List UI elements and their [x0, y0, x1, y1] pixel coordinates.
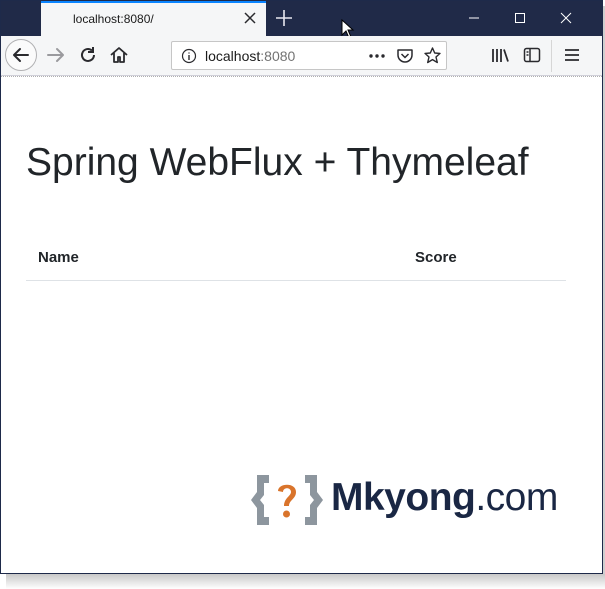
hamburger-menu-icon[interactable]: [562, 45, 582, 65]
title-bar[interactable]: localhost:8080/: [1, 1, 602, 39]
maximize-button[interactable]: [497, 1, 543, 36]
table-header-row: Name Score: [26, 241, 566, 281]
bracket-question-icon: [251, 475, 323, 525]
forward-button[interactable]: [45, 44, 67, 66]
column-header-name: Name: [26, 241, 403, 281]
address-bar[interactable]: localhost:8080: [171, 41, 447, 70]
url-host: localhost: [205, 48, 261, 64]
page-content: Spring WebFlux + Thymeleaf Name Score Mk…: [1, 76, 602, 573]
site-info-icon[interactable]: [181, 48, 197, 64]
back-button[interactable]: [5, 39, 37, 71]
mkyong-watermark-logo: Mkyong.com: [251, 472, 581, 532]
page-title: Spring WebFlux + Thymeleaf: [26, 141, 529, 184]
library-icon[interactable]: [490, 45, 510, 65]
column-header-score: Score: [403, 241, 566, 281]
browser-tab[interactable]: localhost:8080/: [41, 1, 266, 36]
close-window-button[interactable]: [543, 1, 589, 36]
logo-suffix: .com: [475, 476, 558, 519]
score-table: Name Score: [26, 241, 566, 281]
reload-button[interactable]: [77, 44, 99, 66]
logo-brand: Mkyong: [331, 476, 476, 519]
close-tab-icon[interactable]: [241, 9, 259, 27]
pocket-icon[interactable]: [396, 47, 414, 65]
window-shadow: [6, 574, 605, 589]
tab-title: localhost:8080/: [73, 12, 154, 26]
url-text[interactable]: localhost:8080: [205, 48, 295, 64]
sidebar-toggle-icon[interactable]: [522, 45, 542, 65]
page-actions-ellipsis-icon[interactable]: [368, 48, 386, 64]
navigation-toolbar: localhost:8080: [1, 36, 602, 76]
logo-wordmark: Mkyong.com: [331, 476, 558, 520]
url-port: :8080: [260, 48, 296, 64]
bookmark-star-icon[interactable]: [423, 46, 442, 65]
minimize-button[interactable]: [451, 1, 497, 36]
new-tab-plus-icon[interactable]: [273, 7, 295, 29]
browser-window: localhost:8080/ localhost:8080 Spring We…: [0, 0, 603, 574]
toolbar-divider: [551, 40, 552, 72]
home-button[interactable]: [108, 44, 130, 66]
